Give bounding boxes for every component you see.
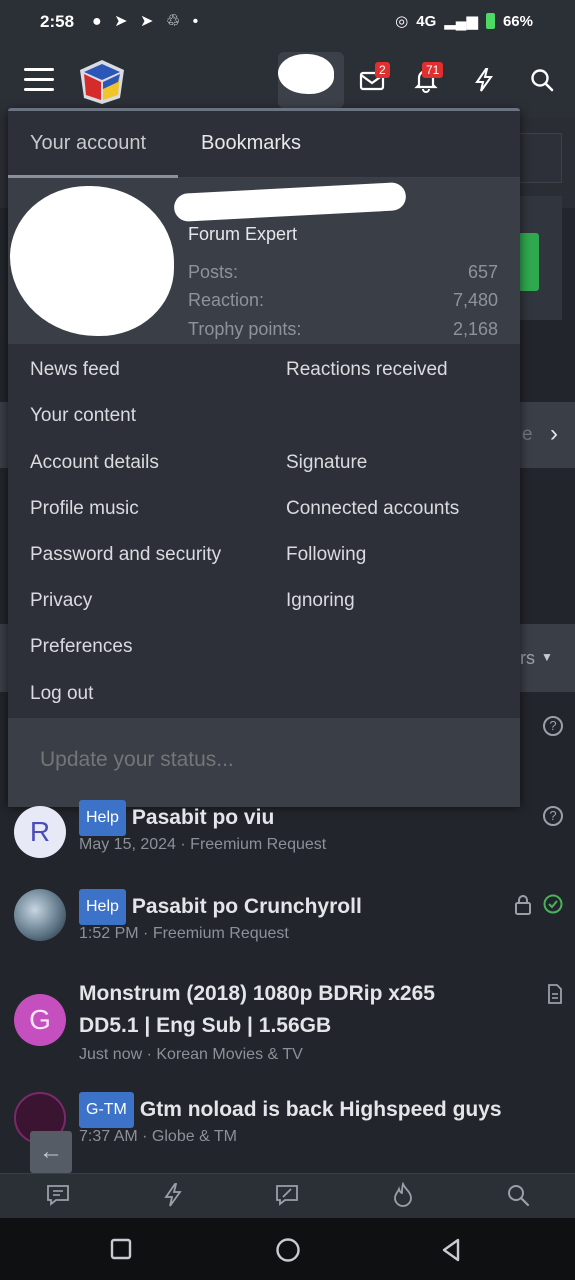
link-signature[interactable]: Signature	[286, 452, 367, 474]
chat-icon[interactable]	[45, 1182, 71, 1208]
signal-icon: ▂▄▆	[444, 13, 478, 30]
thread-forum[interactable]: Freemium Request	[153, 925, 289, 942]
thread-forum[interactable]: Globe & TM	[152, 1128, 237, 1145]
trophy-value: 2,168	[452, 319, 498, 339]
bolt-icon[interactable]	[160, 1182, 186, 1208]
question-icon: ?	[543, 716, 563, 736]
reaction-value: 7,480	[452, 290, 498, 310]
posts-value: 657	[467, 262, 498, 282]
notification-icons: ● ➤ ➤ ♲ •	[92, 13, 203, 30]
link-password-security[interactable]: Password and security	[30, 544, 221, 566]
thread-date: Just now	[79, 1046, 143, 1063]
avatar[interactable]	[10, 186, 174, 336]
back-triangle-icon[interactable]	[440, 1238, 462, 1262]
thread-date: May 15, 2024	[79, 836, 176, 853]
arrow-left-icon: ←	[39, 1138, 63, 1165]
bg-input	[520, 133, 562, 183]
flame-icon[interactable]	[390, 1182, 416, 1208]
trophy-label: Trophy points:	[188, 319, 302, 339]
hotspot-icon: ◎	[395, 13, 409, 30]
bg-list	[520, 692, 575, 792]
reaction-label: Reaction:	[188, 290, 265, 310]
avatar[interactable]	[14, 889, 66, 941]
alerts-badge: 71	[422, 62, 444, 78]
thread-meta: 7:37 AM · Globe & TM	[79, 1128, 237, 1145]
bolt-icon[interactable]	[470, 66, 498, 94]
thread-title[interactable]: Monstrum (2018) 1080p BDRip x265 DD5.1 |…	[79, 978, 435, 1042]
bg-filter-label[interactable]: rs	[520, 648, 535, 669]
thread-date: 7:37 AM	[79, 1128, 138, 1145]
network-label: 4G	[416, 12, 437, 30]
status-time: 2:58	[40, 12, 75, 31]
recent-apps-icon[interactable]	[110, 1238, 132, 1260]
thread-title-text: Pasabit po viu	[131, 806, 275, 829]
thread-meta: May 15, 2024 · Freemium Request	[79, 836, 327, 853]
system-navigation-bar	[0, 1218, 575, 1280]
bottom-navigation	[0, 1173, 575, 1218]
profile-summary: Forum Expert Posts: 657 Reaction: 7,480 …	[8, 178, 520, 344]
link-ignoring[interactable]: Ignoring	[286, 590, 355, 612]
thread-title[interactable]: Help Pasabit po viu	[79, 800, 274, 836]
search-icon[interactable]	[528, 66, 556, 94]
search-icon[interactable]	[505, 1182, 531, 1208]
back-button[interactable]: ←	[30, 1131, 72, 1173]
link-account-details[interactable]: Account details	[30, 452, 159, 474]
bg-green-button[interactable]	[520, 233, 539, 291]
status-input[interactable]	[16, 730, 512, 790]
tab-your-account[interactable]: Your account	[30, 132, 146, 155]
user-title: Forum Expert	[188, 224, 298, 244]
bg-partial-text: e	[522, 424, 533, 445]
link-news-feed[interactable]: News feed	[30, 359, 120, 381]
avatar	[278, 54, 334, 94]
link-connected-accounts[interactable]: Connected accounts	[286, 498, 459, 520]
menu-tabs: Your account Bookmarks	[8, 111, 520, 178]
link-following[interactable]: Following	[286, 544, 366, 566]
thread-title-line2: DD5.1 | Eng Sub | 1.56GB	[79, 1014, 332, 1037]
status-update-box	[8, 718, 520, 807]
thread-title[interactable]: Help Pasabit po Crunchyroll	[79, 889, 362, 925]
caret-down-icon: ▼	[541, 650, 553, 664]
lock-icon	[515, 895, 531, 915]
status-bar: 2:58 ● ➤ ➤ ♲ • ◎ 4G ▂▄▆ 66%	[0, 0, 575, 46]
account-menu-button[interactable]	[278, 52, 344, 108]
link-reactions-received[interactable]: Reactions received	[286, 359, 448, 381]
status-right: ◎ 4G ▂▄▆ 66%	[395, 12, 533, 31]
chevron-right-icon[interactable]: ›	[550, 420, 558, 448]
home-icon[interactable]	[275, 1237, 301, 1263]
compose-icon[interactable]	[274, 1182, 300, 1208]
username-redaction	[173, 181, 407, 223]
thread-title-text: Gtm noload is back Highspeed guys	[139, 1098, 502, 1121]
thread-meta: Just now · Korean Movies & TV	[79, 1046, 303, 1063]
question-icon: ?	[543, 806, 563, 826]
link-log-out[interactable]: Log out	[30, 683, 93, 705]
link-your-content[interactable]: Your content	[30, 405, 136, 427]
link-preferences[interactable]: Preferences	[30, 636, 132, 658]
thread-title-text: Pasabit po Crunchyroll	[131, 895, 362, 918]
thread-title[interactable]: G-TM Gtm noload is back Highspeed guys	[79, 1092, 502, 1128]
site-logo[interactable]	[78, 58, 126, 106]
conversations-badge: 2	[375, 62, 390, 78]
avatar[interactable]: G	[14, 994, 66, 1046]
thread-date: 1:52 PM	[79, 925, 139, 942]
prefix-badge: Help	[79, 800, 126, 836]
hamburger-menu-icon[interactable]	[24, 68, 54, 92]
check-circle-icon	[543, 894, 563, 914]
battery-icon	[485, 13, 495, 29]
posts-label: Posts:	[188, 262, 239, 282]
thread-forum[interactable]: Freemium Request	[190, 836, 326, 853]
prefix-badge: Help	[79, 889, 126, 925]
account-menu: Your account Bookmarks Forum Expert Post…	[8, 108, 520, 807]
thread-meta: 1:52 PM · Freemium Request	[79, 925, 289, 942]
thread-title-line1: Monstrum (2018) 1080p BDRip x265	[79, 982, 435, 1005]
avatar[interactable]: R	[14, 806, 66, 858]
link-profile-music[interactable]: Profile music	[30, 498, 139, 520]
prefix-badge: G-TM	[79, 1092, 134, 1128]
tab-bookmarks[interactable]: Bookmarks	[201, 132, 301, 155]
battery-level: 66%	[502, 12, 533, 30]
document-icon	[548, 984, 562, 1004]
link-privacy[interactable]: Privacy	[30, 590, 92, 612]
thread-forum[interactable]: Korean Movies & TV	[156, 1046, 302, 1063]
